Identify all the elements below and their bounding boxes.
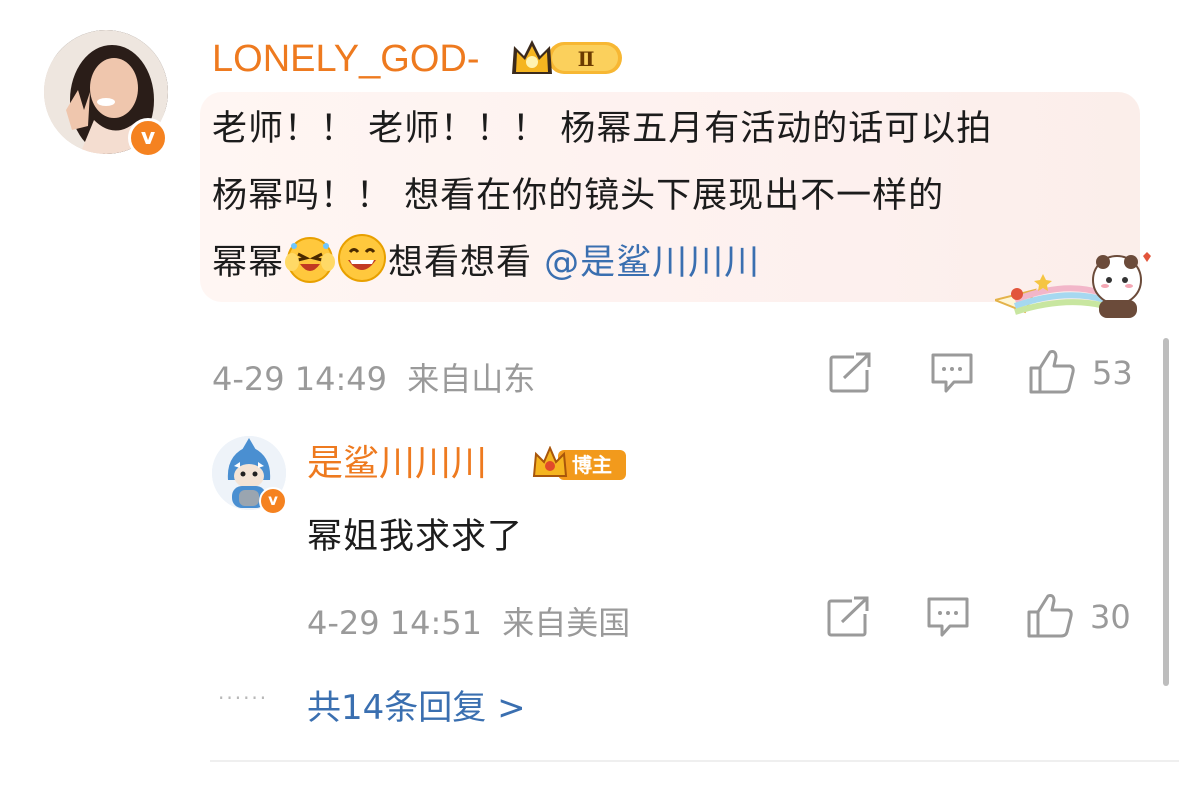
- comment-text: 老师！！ 老师！！！ 杨幂五月有活动的话可以拍 杨幂吗！！ 想看在你的镜头下展现…: [212, 96, 1132, 297]
- share-icon[interactable]: [828, 352, 872, 398]
- comment-time: 4-29 14:49 来自山东: [212, 354, 535, 400]
- comment-line-2: 杨幂吗！！ 想看在你的镜头下展现出不一样的: [212, 176, 945, 216]
- more-replies-link[interactable]: 共14条回复 >: [307, 680, 526, 729]
- scrollbar[interactable]: [1163, 338, 1169, 686]
- reply-verified-badge-icon: v: [259, 487, 287, 515]
- ellipsis-icon: ······: [218, 686, 269, 710]
- reply-like-icon[interactable]: [1026, 592, 1074, 642]
- reply-comment-icon[interactable]: [926, 596, 970, 642]
- like-icon[interactable]: [1028, 348, 1076, 398]
- blogger-badge-label: 博主: [572, 453, 612, 477]
- badge-level: Ⅱ: [578, 47, 595, 71]
- reply-timestamp: 4-29 14:51: [307, 604, 483, 642]
- comment-icon[interactable]: [930, 352, 974, 398]
- comment-line-3-suffix: 想看想看: [388, 243, 533, 283]
- divider: [210, 760, 1179, 762]
- comment-location: 来自山东: [407, 360, 536, 398]
- sticker-decoration: [991, 250, 1155, 324]
- blogger-badge-icon: 博主: [530, 445, 628, 488]
- reply-like-count: 30: [1090, 598, 1131, 636]
- mention-link[interactable]: @是鲨川川川: [544, 243, 760, 283]
- laughing-emoji-icon: [284, 232, 336, 284]
- comment-line-3: 幂幂 想看想看 @是鲨川川川: [212, 230, 1132, 297]
- reply-location: 来自美国: [502, 604, 631, 642]
- reply-username[interactable]: 是鲨川川川: [307, 442, 487, 486]
- reply-text: 幂姐我求求了: [307, 517, 524, 557]
- comment-line-1: 老师！！ 老师！！！ 杨幂五月有活动的话可以拍: [212, 109, 993, 149]
- crown-badge-icon: Ⅱ: [508, 36, 626, 84]
- like-count: 53: [1092, 354, 1133, 392]
- grinning-emoji-icon: [336, 232, 388, 284]
- verified-badge-icon: v: [128, 118, 168, 158]
- comment-username[interactable]: LONELY_GOD-: [212, 36, 479, 82]
- comment-line-3-prefix: 幂幂: [212, 243, 285, 283]
- reply-time: 4-29 14:51 来自美国: [307, 598, 630, 644]
- reply-share-icon[interactable]: [826, 596, 870, 642]
- comment-timestamp: 4-29 14:49: [212, 360, 388, 398]
